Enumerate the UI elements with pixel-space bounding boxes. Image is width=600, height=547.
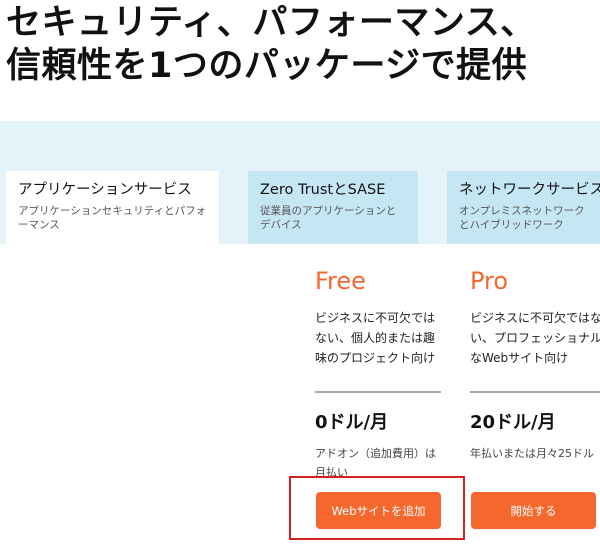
product-tabs-band: アプリケーションサービス アプリケーションセキュリティとパフォーマンス Zero… bbox=[0, 121, 600, 244]
tab-description: 従業員のアプリケーションとデバイス bbox=[260, 205, 397, 231]
plan-divider bbox=[470, 391, 600, 393]
tab-title: ネットワークサービス bbox=[459, 182, 600, 198]
plan-name: Pro bbox=[470, 267, 509, 295]
plan-price-note: アドオン（追加費用）は月払い bbox=[315, 447, 436, 479]
plan-price-note: 年払いまたは月々25ドル bbox=[470, 447, 594, 460]
plan-card-pro: Pro ビジネスに不可欠ではない、プロフェッショナルなWebサイト向け 20ドル… bbox=[470, 262, 600, 484]
tab-network-services[interactable]: ネットワークサービス オンプレミスネットワークとハイブリッドワーク bbox=[447, 171, 600, 244]
headline-line-1: セキュリティ、パフォーマンス、 bbox=[6, 3, 536, 43]
tab-title: Zero TrustとSASE bbox=[260, 182, 386, 198]
tab-application-services[interactable]: アプリケーションサービス アプリケーションセキュリティとパフォーマンス bbox=[6, 171, 219, 244]
plan-name: Free bbox=[315, 267, 366, 295]
plan-price: 20ドル/月 bbox=[470, 412, 556, 433]
plan-price: 0ドル/月 bbox=[315, 412, 389, 433]
plan-description: ビジネスに不可欠ではない、プロフェッショナルなWebサイト向け bbox=[470, 311, 600, 365]
page-headline: セキュリティ、パフォーマンス、 信頼性を1つのパッケージで提供 bbox=[6, 2, 600, 88]
headline-line-2: 信頼性を1つのパッケージで提供 bbox=[6, 46, 528, 86]
plan-divider bbox=[315, 391, 441, 393]
tab-description: アプリケーションセキュリティとパフォーマンス bbox=[18, 205, 207, 231]
plan-description: ビジネスに不可欠ではない、個人的または趣味のプロジェクト向け bbox=[315, 311, 436, 365]
tab-description: オンプレミスネットワークとハイブリッドワーク bbox=[459, 205, 585, 231]
plan-card-free: Free ビジネスに不可欠ではない、個人的または趣味のプロジェクト向け 0ドル/… bbox=[315, 262, 443, 484]
get-started-button[interactable]: 開始する bbox=[471, 492, 596, 529]
add-website-button[interactable]: Webサイトを追加 bbox=[316, 492, 441, 529]
tab-zero-trust-sase[interactable]: Zero TrustとSASE 従業員のアプリケーションとデバイス bbox=[248, 171, 418, 244]
tab-title: アプリケーションサービス bbox=[18, 182, 192, 198]
